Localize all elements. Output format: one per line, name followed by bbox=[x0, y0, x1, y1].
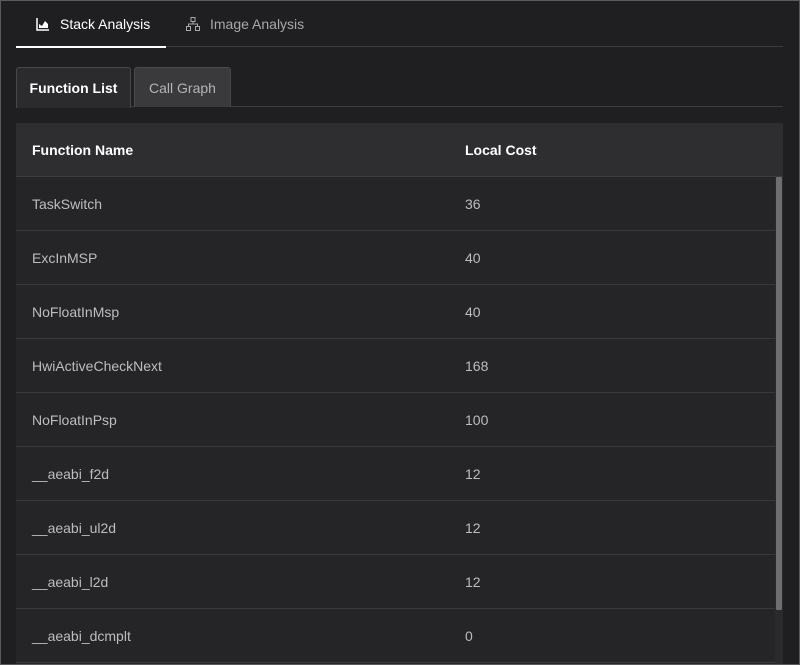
function-name-cell: NoFloatInPsp bbox=[32, 411, 117, 428]
tab-call-graph-label: Call Graph bbox=[149, 79, 216, 96]
function-name-cell: __aeabi_ul2d bbox=[32, 519, 117, 536]
tab-image-analysis[interactable]: Image Analysis bbox=[186, 1, 316, 47]
table-row[interactable]: NoFloatInPsp 100 bbox=[16, 393, 776, 447]
tab-image-analysis-label: Image Analysis bbox=[210, 16, 305, 32]
function-table: Function Name Local Cost TaskSwitch 36 Exc… bbox=[16, 123, 783, 664]
table-row[interactable]: __aeabi_dcmplt 0 bbox=[16, 609, 776, 663]
area-chart-icon bbox=[36, 17, 50, 31]
stack-analysis-panel: Stack Analysis Image Analysis Function L… bbox=[0, 0, 800, 665]
column-header-function-name[interactable]: Function Name bbox=[32, 142, 133, 158]
function-name-cell: __aeabi_f2d bbox=[32, 465, 110, 482]
table-row[interactable]: __aeabi_f2d 12 bbox=[16, 447, 776, 501]
local-cost-cell: 12 bbox=[465, 465, 481, 482]
table-row[interactable]: NoFloatInMsp 40 bbox=[16, 285, 776, 339]
table-row[interactable]: ExcInMSP 40 bbox=[16, 231, 776, 285]
local-cost-cell: 40 bbox=[465, 303, 481, 320]
local-cost-cell: 168 bbox=[465, 357, 489, 374]
function-name-cell: __aeabi_l2d bbox=[32, 573, 109, 590]
local-cost-cell: 12 bbox=[465, 573, 481, 590]
tab-function-list-label: Function List bbox=[29, 80, 118, 96]
scrollbar-thumb[interactable] bbox=[776, 177, 782, 610]
column-header-local-cost[interactable]: Local Cost bbox=[465, 142, 537, 158]
function-name-cell: NoFloatInMsp bbox=[32, 303, 120, 320]
sub-tab-bar: Function List Call Graph bbox=[16, 67, 783, 108]
tab-stack-analysis-label: Stack Analysis bbox=[60, 16, 151, 32]
table-body: TaskSwitch 36 ExcInMSP 40 NoFloatInMsp 40 HwiA… bbox=[16, 177, 783, 664]
vertical-scrollbar[interactable] bbox=[775, 177, 783, 664]
local-cost-cell: 0 bbox=[465, 627, 473, 644]
local-cost-cell: 40 bbox=[465, 249, 481, 266]
function-name-cell: ExcInMSP bbox=[32, 249, 98, 266]
top-tab-bar: Stack Analysis Image Analysis bbox=[16, 1, 783, 48]
function-name-cell: __aeabi_dcmplt bbox=[32, 627, 131, 644]
tab-stack-analysis[interactable]: Stack Analysis bbox=[16, 1, 166, 48]
table-row[interactable]: __aeabi_ul2d 12 bbox=[16, 501, 776, 555]
function-name-cell: TaskSwitch bbox=[32, 195, 103, 212]
table-header: Function Name Local Cost bbox=[16, 123, 783, 177]
table-row[interactable]: HwiActiveCheckNext 168 bbox=[16, 339, 776, 393]
hierarchy-icon bbox=[186, 17, 200, 31]
local-cost-cell: 100 bbox=[465, 411, 489, 428]
table-row[interactable]: __aeabi_l2d 12 bbox=[16, 555, 776, 609]
tab-call-graph[interactable]: Call Graph bbox=[134, 67, 231, 107]
table-row[interactable]: TaskSwitch 36 bbox=[16, 177, 776, 231]
function-name-cell: HwiActiveCheckNext bbox=[32, 357, 162, 374]
local-cost-cell: 12 bbox=[465, 519, 481, 536]
local-cost-cell: 36 bbox=[465, 195, 481, 212]
tab-function-list[interactable]: Function List bbox=[16, 67, 131, 108]
